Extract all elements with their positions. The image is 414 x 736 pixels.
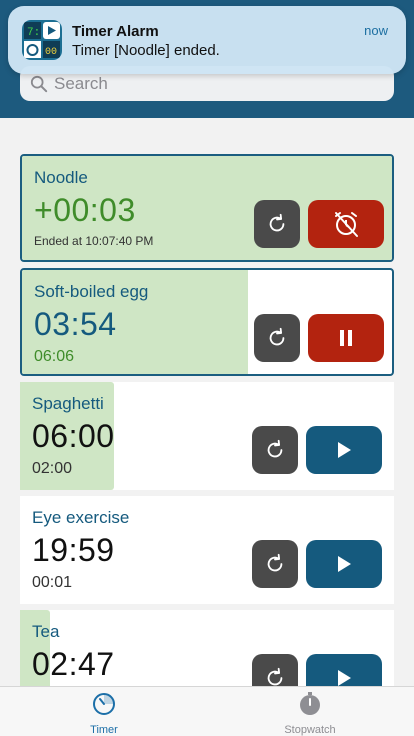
timer-name: Tea xyxy=(32,622,60,641)
svg-text:00: 00 xyxy=(45,47,57,58)
timer-name: Noodle xyxy=(34,168,88,187)
reset-button[interactable] xyxy=(252,426,298,474)
reset-button[interactable] xyxy=(252,540,298,588)
timer-duration: 06:06 xyxy=(34,348,75,365)
pause-icon xyxy=(340,330,352,346)
timer-icon xyxy=(93,693,115,715)
timer-name: Spaghetti xyxy=(32,394,104,413)
search-icon xyxy=(30,75,48,92)
search-input[interactable] xyxy=(54,73,354,94)
app-icon: 7: 00 xyxy=(22,20,62,60)
reset-icon xyxy=(269,213,285,232)
timer-ended-note: Ended at 10:07:40 PM xyxy=(34,234,154,248)
tab-label: Timer xyxy=(90,724,118,736)
tab-timer[interactable]: Timer xyxy=(44,691,164,736)
timer-card-soft-boiled-egg[interactable]: Soft-boiled egg 03:54 06:06 xyxy=(20,268,394,376)
notification-banner[interactable]: 7: 00 Timer Alarm Timer [Noodle] ended. … xyxy=(8,6,406,74)
tab-bar: Timer Stopwatch xyxy=(0,686,414,736)
stop-alarm-button[interactable] xyxy=(308,200,384,248)
play-icon xyxy=(338,670,351,686)
timer-card-spaghetti[interactable]: Spaghetti 06:00 02:00 xyxy=(20,382,394,490)
reset-button[interactable] xyxy=(254,314,300,362)
reset-icon xyxy=(267,553,283,572)
reset-button[interactable] xyxy=(254,200,300,248)
timer-card-noodle[interactable]: Noodle +00:03 Ended at 10:07:40 PM xyxy=(20,154,394,262)
play-icon xyxy=(338,442,351,458)
pause-button[interactable] xyxy=(308,314,384,362)
timer-time-display: +00:03 xyxy=(34,192,136,228)
timer-card-eye-exercise[interactable]: Eye exercise 19:59 00:01 xyxy=(20,496,394,604)
notification-message: Timer [Noodle] ended. xyxy=(72,42,220,59)
play-icon xyxy=(338,556,351,572)
notification-time: now xyxy=(364,23,388,38)
alarm-off-icon xyxy=(335,212,358,237)
reset-icon xyxy=(269,327,285,346)
timer-time-display: 19:59 xyxy=(32,532,115,568)
timer-name: Soft-boiled egg xyxy=(34,282,149,301)
reset-icon xyxy=(267,439,283,458)
timer-name: Eye exercise xyxy=(32,508,130,527)
timer-time-display: 06:00 xyxy=(32,418,115,454)
timer-time-display: 02:47 xyxy=(32,646,115,682)
timer-duration: 00:01 xyxy=(32,574,73,591)
svg-text:7:: 7: xyxy=(27,27,40,39)
timer-time-display: 03:54 xyxy=(34,306,117,342)
start-button[interactable] xyxy=(306,540,382,588)
tab-stopwatch[interactable]: Stopwatch xyxy=(250,691,370,736)
timer-duration: 02:00 xyxy=(32,460,73,477)
notification-title: Timer Alarm xyxy=(72,23,159,40)
tab-label: Stopwatch xyxy=(284,724,336,736)
start-button[interactable] xyxy=(306,426,382,474)
stopwatch-icon xyxy=(300,692,320,715)
